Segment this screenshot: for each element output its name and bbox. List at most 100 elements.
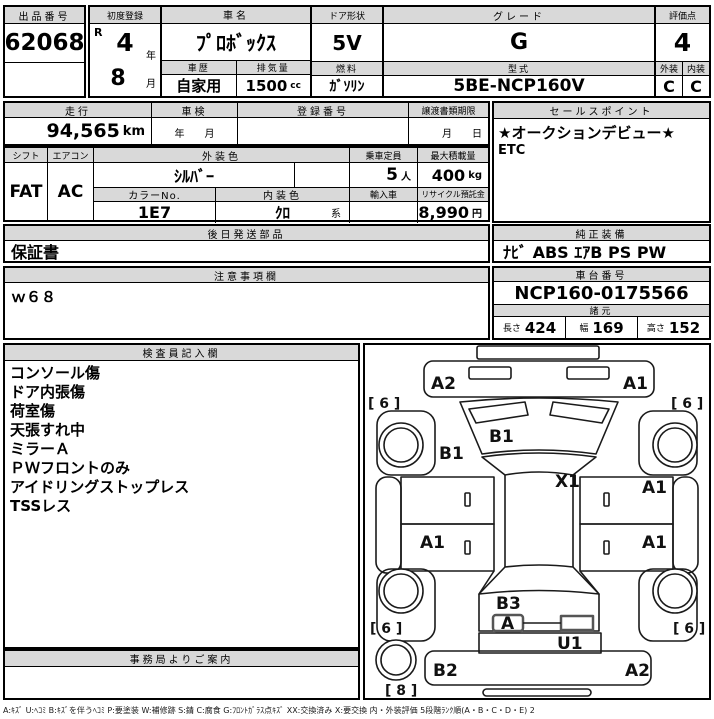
score-cell: 評価点 4 外装 C 内装 C bbox=[654, 7, 709, 96]
inspection-units: 年 月 bbox=[174, 129, 215, 140]
rear-under-band bbox=[478, 632, 602, 654]
displacement-cell: 排気量 1500 cc bbox=[235, 61, 311, 96]
inspector-notes-box: 検査員記入欄 コンソール傷 ドア内張傷 荷室傷 天張すれ中 ミラーＡ ＰＷフロン… bbox=[3, 343, 360, 649]
inspector-note: アイドリングストップレス bbox=[10, 478, 190, 496]
later-parts-label: 後日発送部品 bbox=[5, 226, 488, 241]
door-handle-left-rear bbox=[464, 540, 471, 555]
lot-number-value: 62068 bbox=[5, 24, 84, 63]
first-registration-year-cell: R 4 年 bbox=[90, 24, 160, 63]
length-label: 長さ bbox=[502, 324, 521, 334]
mark-rear-bumper-left: B2 bbox=[433, 661, 458, 681]
recycle-number: 8,990 bbox=[418, 203, 469, 222]
color-no-value: 1E7 bbox=[137, 203, 172, 222]
exterior-color-sub-cell bbox=[294, 163, 349, 187]
exterior-color-cell: 外装色 ｼﾙﾊﾞｰ bbox=[94, 148, 349, 187]
mark-tire-rear-left: [ 6 ] bbox=[370, 621, 402, 637]
color-no-label: カラーNo. bbox=[94, 188, 215, 202]
mileage-cell: 走行 94,565 km bbox=[5, 103, 151, 144]
fuel-value: ｶﾞｿﾘﾝ bbox=[329, 79, 365, 95]
height-value: 152 bbox=[668, 318, 701, 337]
width-value: 169 bbox=[592, 318, 624, 337]
height-label: 高さ bbox=[646, 324, 665, 334]
mark-right-front-door: A1 bbox=[642, 478, 667, 498]
grade-cell: グレード G 型式 5BE-NCP160V bbox=[382, 7, 654, 96]
inspector-note: ドア内張傷 bbox=[10, 383, 86, 401]
length-cell: 長さ 424 bbox=[494, 317, 565, 338]
cowl-right-shape bbox=[549, 401, 610, 424]
transfer-deadline-label: 譲渡書類期限 bbox=[409, 103, 488, 118]
vehicle-header-table: 初度登録 R 4 年 8 月 車名 ﾌﾟﾛﾎﾞｯｸｽ 車歴 自家用 排気量 15… bbox=[88, 5, 711, 98]
interior-color-value: ｸﾛ 系 bbox=[216, 202, 349, 223]
recycle-label: リサイクル預託金 bbox=[418, 188, 488, 202]
grade-label: グレード bbox=[384, 7, 654, 24]
displacement-unit: cc bbox=[290, 80, 301, 91]
later-parts-box: 後日発送部品 保証書 bbox=[3, 224, 490, 263]
displacement-number: 1500 bbox=[245, 76, 288, 95]
interior-color-cell: 内装色 ｸﾛ 系 bbox=[215, 188, 349, 223]
rear-bumper-shape bbox=[424, 650, 652, 686]
first-registration-label: 初度登録 bbox=[90, 7, 160, 24]
mileage-unit: km bbox=[122, 123, 145, 139]
history-cell: 車歴 自家用 bbox=[162, 61, 236, 96]
car-name-cell: 車名 ﾌﾟﾛﾎﾞｯｸｽ 車歴 自家用 排気量 1500 cc bbox=[160, 7, 310, 96]
office-info-empty bbox=[5, 667, 358, 698]
interior-grade-value: C bbox=[690, 76, 702, 96]
registration-number-value bbox=[238, 118, 408, 144]
tire-front-right-inner bbox=[657, 427, 693, 463]
capacity-label: 乗車定員 bbox=[350, 148, 417, 163]
inspector-note: コンソール傷 bbox=[10, 364, 101, 382]
interior-color-label: 内装色 bbox=[216, 188, 349, 202]
capacity-number: 5 bbox=[386, 165, 398, 185]
mileage-row: 走行 94,565 km 車検 年 月 登録番号 譲渡書類期限 月 日 bbox=[3, 101, 490, 146]
tire-rear-left-inner bbox=[383, 573, 419, 609]
office-info-box: 事務局よりご案内 bbox=[3, 649, 360, 700]
oem-equipment-label: 純正装備 bbox=[494, 226, 709, 241]
aircon-cell: エアコン AC bbox=[47, 148, 93, 220]
oem-equipment-value: ﾅﾋﾞ ABS ｴｱB PS PW bbox=[503, 243, 667, 261]
door-handle-left-front bbox=[464, 492, 471, 507]
fuel-label: 燃料 bbox=[312, 62, 382, 76]
sales-point-label: セールスポイント bbox=[494, 103, 709, 119]
lot-number-label: 出品番号 bbox=[5, 7, 84, 24]
spare-tire-inner bbox=[380, 644, 412, 676]
shift-value: FAT bbox=[9, 181, 43, 202]
car-name-value: ﾌﾟﾛﾎﾞｯｸｽ bbox=[162, 24, 310, 61]
legend-text: A:ｷｽﾞ U:ﾍｺﾐ B:ｷｽﾞを伴うﾍｺﾐ P:要塗装 W:補修跡 S:錆 … bbox=[3, 706, 535, 715]
tire-front-left-inner bbox=[383, 427, 419, 463]
recycle-value: 8,990 円 bbox=[418, 202, 488, 223]
sales-point-box: セールスポイント ★オークションデビュー★ ETC bbox=[492, 101, 711, 223]
registration-number-label: 登録番号 bbox=[238, 103, 408, 118]
inspection-label: 車検 bbox=[152, 103, 237, 118]
reg-month-value: 8 bbox=[110, 66, 126, 91]
mark-rear-under: U1 bbox=[557, 634, 583, 654]
exterior-color-label: 外装色 bbox=[94, 148, 349, 163]
max-load-cell: 最大積載量 400 kg bbox=[417, 148, 488, 187]
mark-front-bumper-left: A2 bbox=[431, 374, 456, 394]
first-registration-cell: 初度登録 R 4 年 8 月 bbox=[90, 7, 160, 96]
caution-notes-value: ｗ６８ bbox=[11, 288, 57, 306]
mark-tire-rear-right: [ 6 ] bbox=[673, 621, 705, 637]
front-bumper-shape bbox=[423, 360, 655, 398]
lot-number-empty-cell bbox=[5, 63, 84, 96]
reg-year-unit: 年 bbox=[146, 51, 156, 62]
max-load-number: 400 bbox=[431, 165, 466, 185]
office-info-label: 事務局よりご案内 bbox=[5, 651, 358, 667]
door-shape-cell: ドア形状 5V 燃料 ｶﾞｿﾘﾝ bbox=[310, 7, 382, 96]
length-value: 424 bbox=[524, 318, 557, 337]
mark-rear-bumper-right: A2 bbox=[625, 661, 650, 681]
width-label: 幅 bbox=[579, 324, 589, 334]
mileage-number: 94,565 bbox=[46, 120, 120, 142]
score-value: 4 bbox=[656, 24, 709, 62]
transfer-deadline-cell: 譲渡書類期限 月 日 bbox=[408, 103, 488, 144]
displacement-value: 1500 cc bbox=[237, 75, 311, 96]
mark-hood: B1 bbox=[489, 427, 514, 447]
max-load-value: 400 kg bbox=[418, 163, 488, 187]
max-load-unit: kg bbox=[468, 169, 482, 181]
mark-right-rear-door: A1 bbox=[642, 533, 667, 553]
rear-fold-right-line bbox=[579, 570, 600, 595]
damage-diagram-box: A2 A1 B1 B1 X1 A1 A1 A1 B3 A U1 B2 A2 [ … bbox=[363, 343, 711, 700]
spec-table: シフト FAT エアコン AC 外装色 ｼﾙﾊﾞｰ 乗車定員 5 人 最大積載量… bbox=[3, 146, 490, 223]
max-load-label: 最大積載量 bbox=[418, 148, 488, 163]
reg-month-unit: 月 bbox=[146, 79, 156, 90]
exterior-color-value: ｼﾙﾊﾞｰ bbox=[173, 167, 214, 186]
